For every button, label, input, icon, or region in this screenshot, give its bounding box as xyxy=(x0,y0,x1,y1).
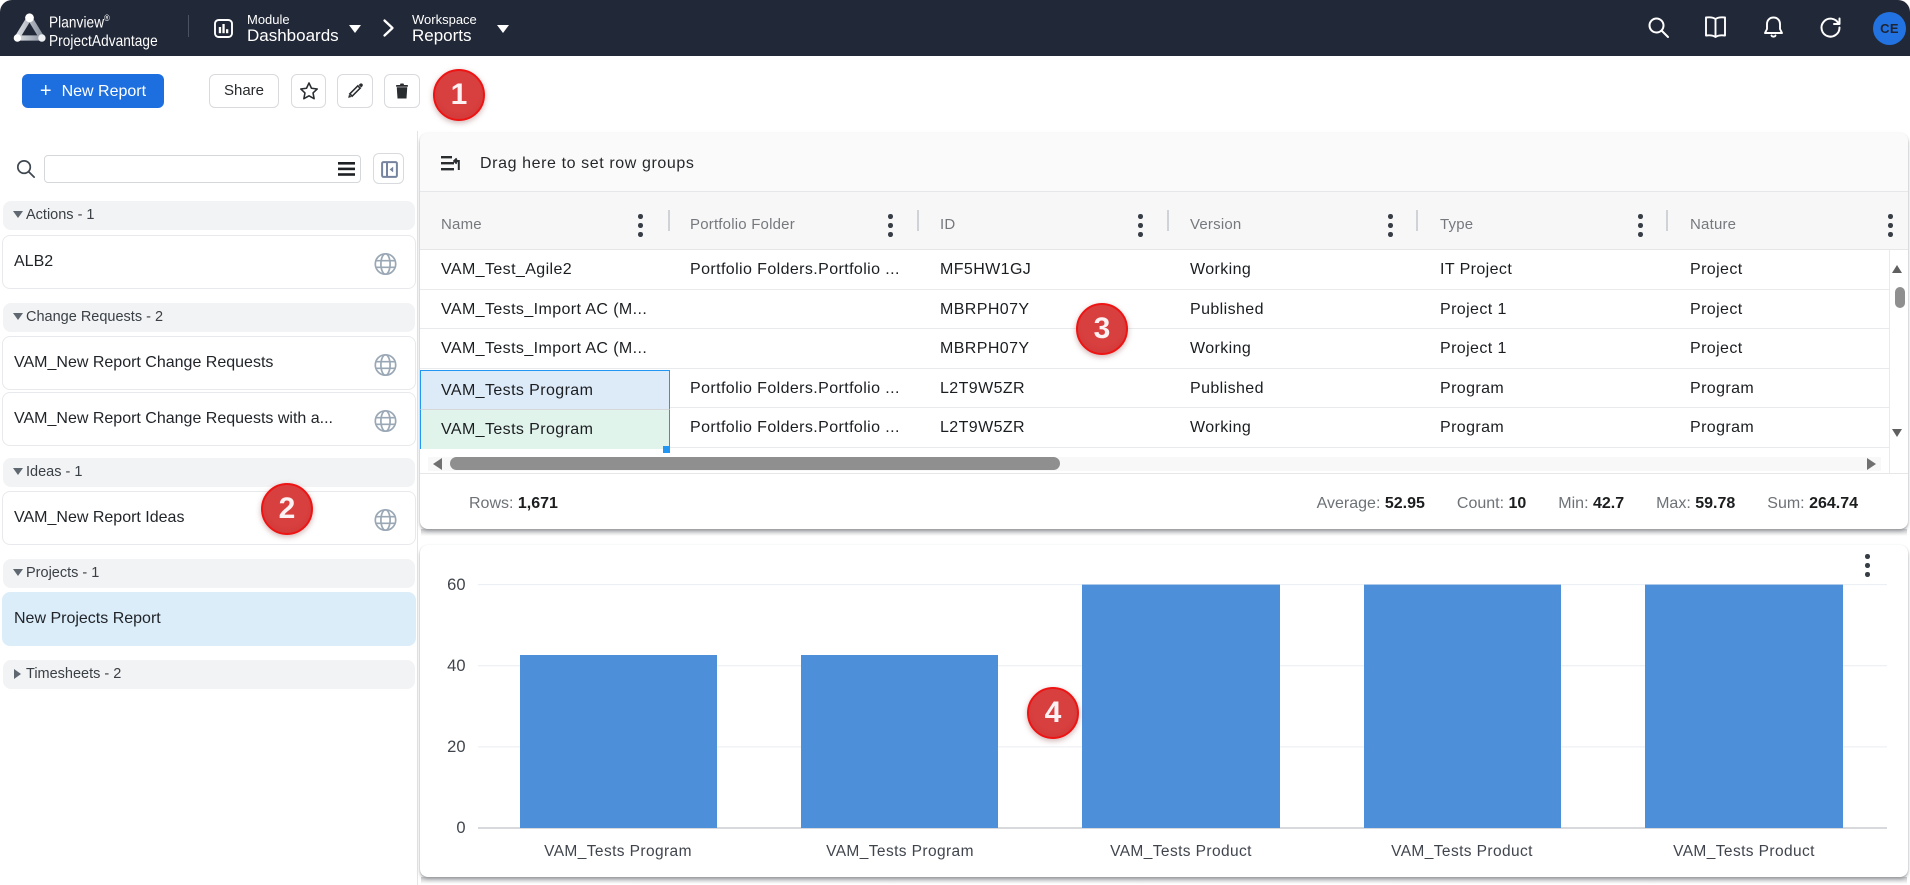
svg-text:0: 0 xyxy=(456,819,465,837)
svg-text:VAM_Tests Product: VAM_Tests Product xyxy=(1391,843,1533,860)
svg-text:VAM_Tests Product: VAM_Tests Product xyxy=(1110,843,1252,860)
svg-text:VAM_Tests Program: VAM_Tests Program xyxy=(544,843,692,860)
svg-text:VAM_Tests Product: VAM_Tests Product xyxy=(1673,843,1815,860)
svg-text:VAM_Tests Program: VAM_Tests Program xyxy=(826,843,974,860)
svg-text:40: 40 xyxy=(447,657,465,675)
svg-text:60: 60 xyxy=(447,576,465,594)
svg-text:20: 20 xyxy=(447,738,465,756)
